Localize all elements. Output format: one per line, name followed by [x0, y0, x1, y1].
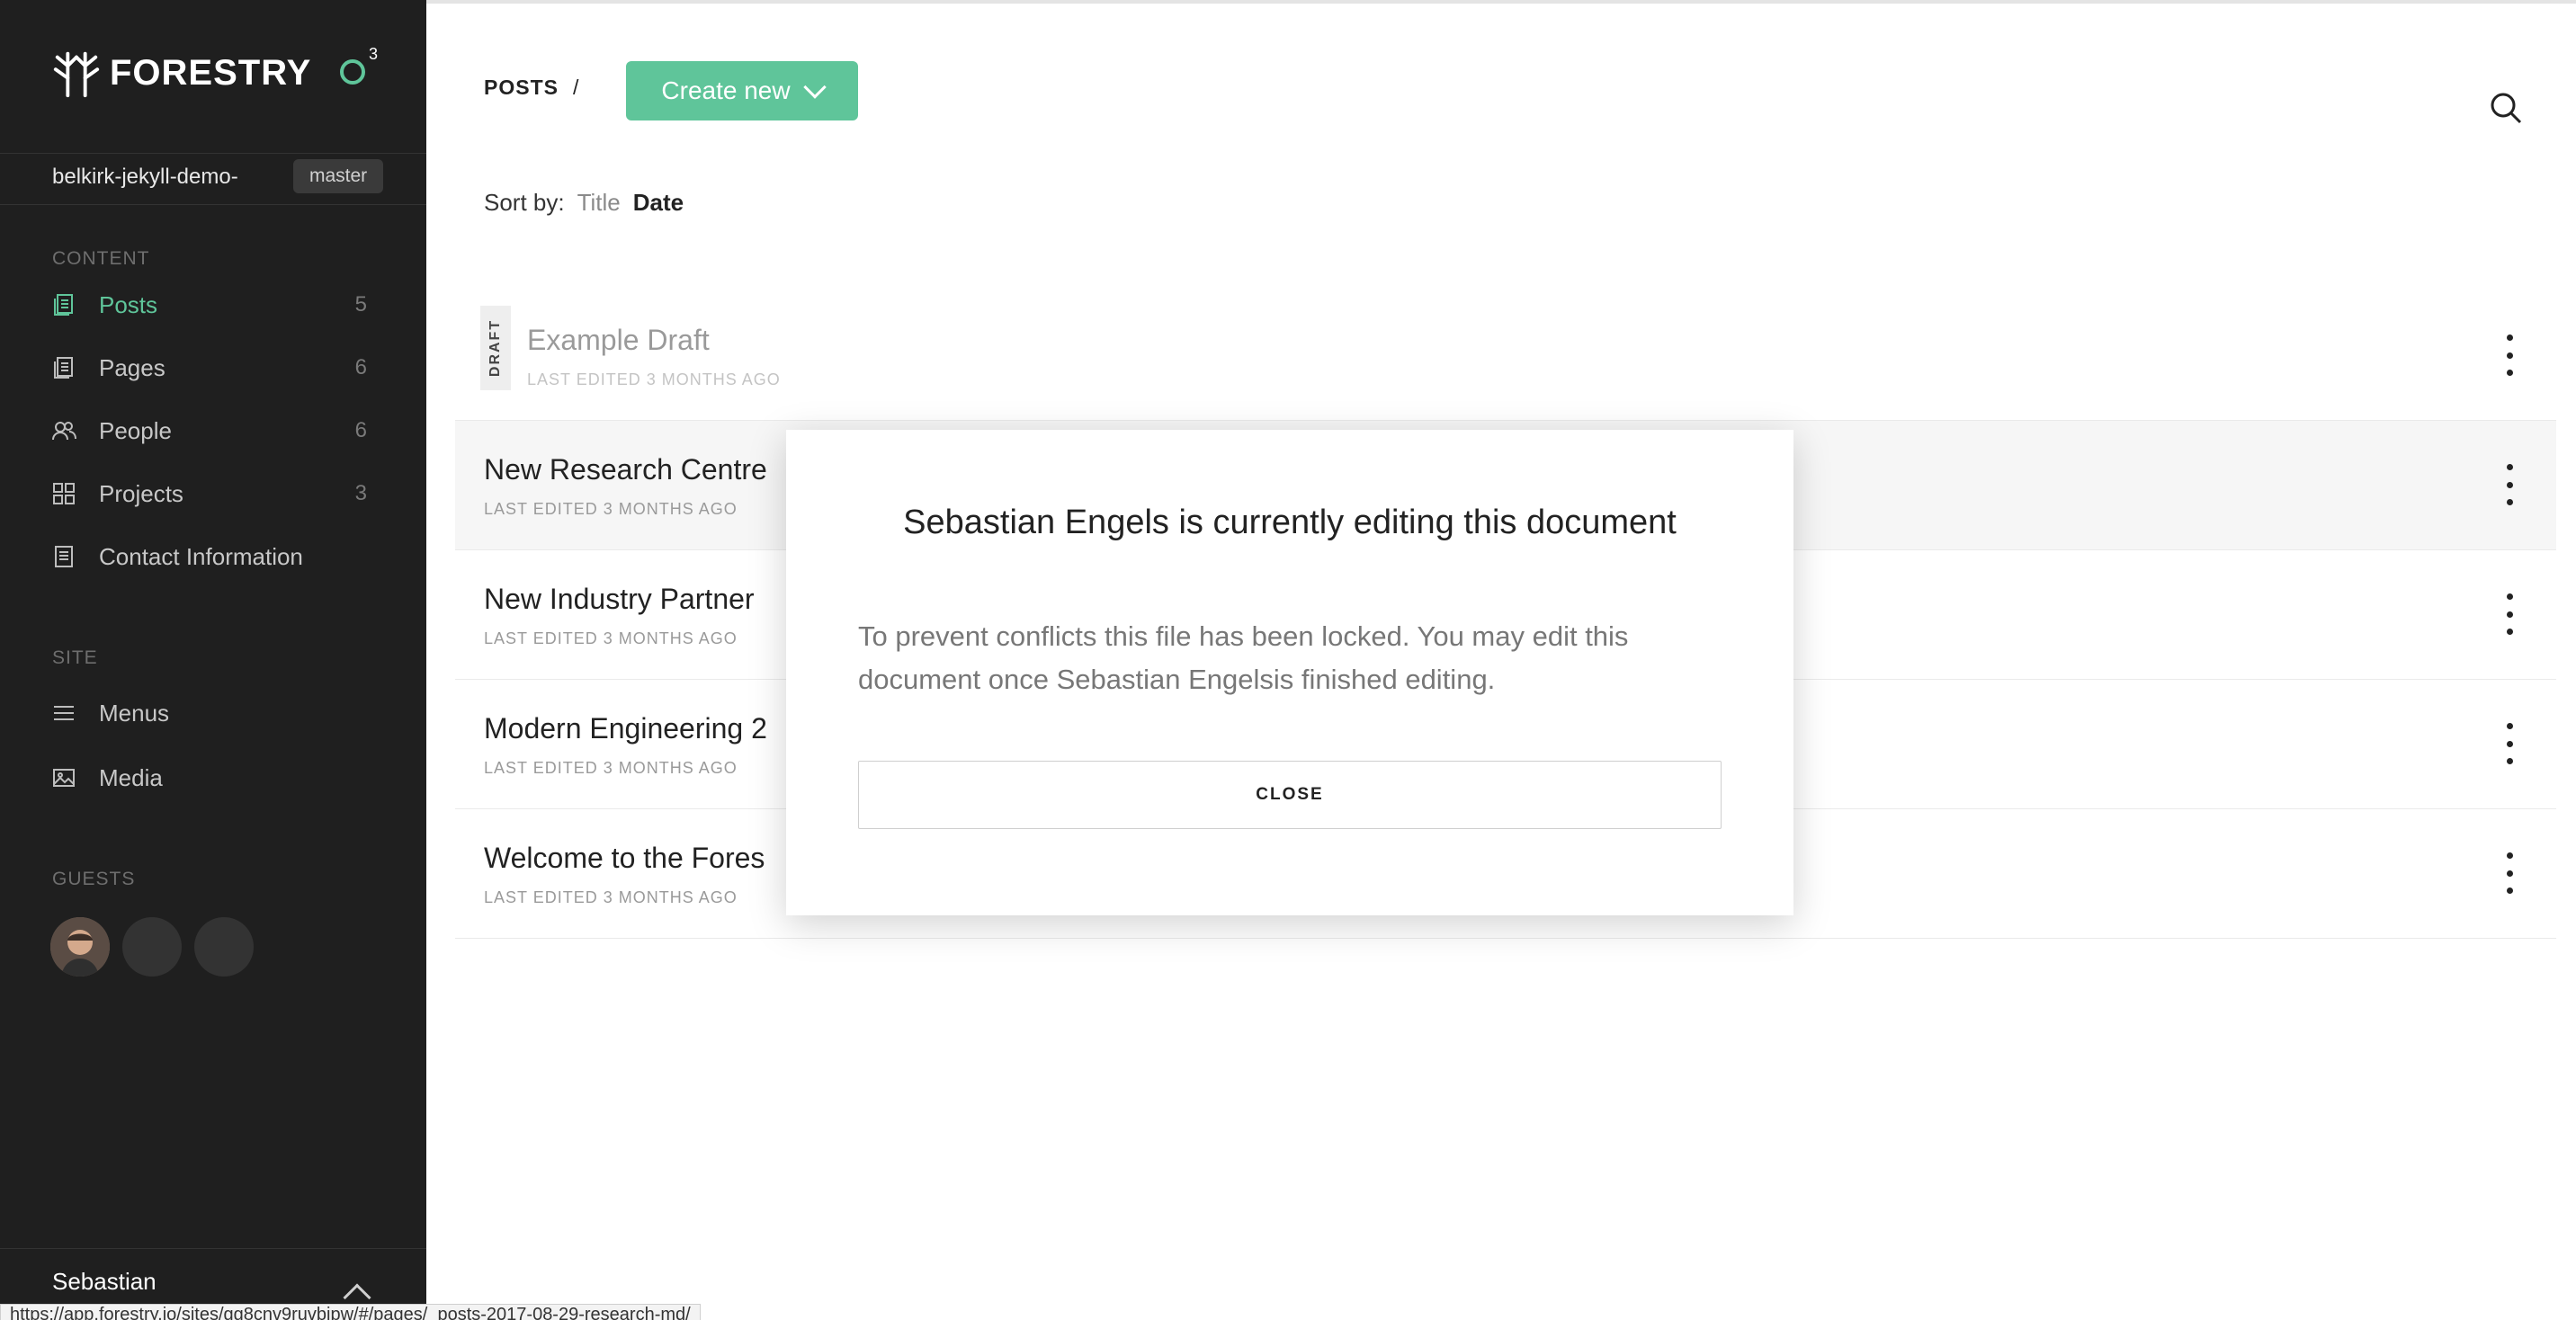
document-title[interactable]: Modern Engineering 2 — [484, 712, 767, 745]
sidebar-item-media[interactable]: Media — [50, 755, 374, 800]
document-title[interactable]: New Research Centre — [484, 453, 767, 486]
document-title[interactable]: Example Draft — [527, 324, 710, 357]
breadcrumb-separator: / — [572, 76, 580, 99]
sidebar-item-label: Media — [99, 763, 163, 791]
draft-badge: DRAFT — [480, 306, 511, 390]
more-options-icon[interactable] — [2500, 723, 2518, 764]
forestry-tree-icon — [53, 51, 100, 98]
sidebar-item-count: 6 — [354, 355, 367, 379]
list-item[interactable]: DRAFT Example Draft LAST EDITED 3 MONTHS… — [455, 291, 2556, 421]
sidebar-item-contact-information[interactable]: Contact Information — [50, 534, 374, 579]
notification-ring-icon[interactable] — [340, 59, 365, 85]
site-selector[interactable]: belkirk-jekyll-demo- master — [0, 153, 426, 205]
document-stack-icon — [50, 354, 77, 381]
branch-badge[interactable]: master — [293, 159, 384, 193]
more-options-icon[interactable] — [2500, 852, 2518, 894]
forestry-logo[interactable]: FORESTRY — [50, 47, 311, 99]
create-new-button[interactable]: Create new — [626, 61, 858, 120]
guest-placeholder — [194, 917, 254, 977]
content-section-label: CONTENT — [52, 248, 150, 269]
chevron-down-icon — [802, 76, 827, 99]
document-meta: LAST EDITED 3 MONTHS AGO — [484, 500, 738, 518]
top-border — [426, 0, 2576, 4]
sidebar-item-label: Pages — [99, 353, 165, 381]
site-section-label: SITE — [52, 647, 98, 668]
guest-list — [50, 917, 266, 977]
brand-name: FORESTRY — [110, 52, 312, 93]
sidebar-item-label: Contact Information — [99, 542, 303, 570]
more-options-icon[interactable] — [2500, 464, 2518, 505]
current-user-name[interactable]: Sebastian — [52, 1268, 157, 1296]
people-icon — [50, 417, 77, 444]
sort-controls: Sort by: Title Date — [484, 189, 684, 217]
image-icon — [50, 764, 77, 791]
site-name: belkirk-jekyll-demo- — [52, 165, 238, 189]
create-new-label: Create new — [661, 76, 791, 104]
sort-label: Sort by: — [484, 189, 565, 216]
document-meta: LAST EDITED 3 MONTHS AGO — [484, 888, 738, 906]
close-button[interactable]: CLOSE — [858, 761, 1722, 829]
sidebar-item-label: People — [99, 416, 172, 444]
search-icon[interactable] — [2488, 90, 2524, 126]
more-options-icon[interactable] — [2500, 593, 2518, 635]
sort-by-title[interactable]: Title — [577, 189, 621, 216]
modal-body: To prevent conflicts this file has been … — [858, 620, 1629, 695]
status-bar-url: https://app.forestry.io/sites/gg8cnv9ruv… — [0, 1304, 701, 1320]
sidebar: FORESTRY 3 belkirk-jekyll-demo- master C… — [0, 0, 426, 1320]
sidebar-item-count: 6 — [354, 418, 367, 442]
divider — [0, 1248, 426, 1249]
sidebar-item-menus[interactable]: Menus — [50, 691, 374, 736]
notification-count: 3 — [369, 45, 379, 63]
sidebar-item-label: Menus — [99, 699, 170, 727]
draft-label: DRAFT — [487, 318, 503, 378]
document-meta: LAST EDITED 3 MONTHS AGO — [527, 370, 781, 388]
avatar[interactable] — [50, 917, 110, 977]
breadcrumb-posts[interactable]: POSTS — [484, 76, 559, 99]
document-title[interactable]: Welcome to the Fores — [484, 842, 765, 875]
breadcrumb: POSTS / — [484, 76, 579, 100]
modal-title: Sebastian Engels is currently editing th… — [903, 504, 1677, 541]
document-locked-modal: Sebastian Engels is currently editing th… — [786, 430, 1793, 915]
more-options-icon[interactable] — [2500, 334, 2518, 376]
sidebar-item-label: Posts — [99, 290, 158, 318]
sidebar-item-people[interactable]: People 6 — [50, 408, 374, 453]
document-title[interactable]: New Industry Partner — [484, 583, 755, 616]
sidebar-item-label: Projects — [99, 479, 183, 507]
guests-section-label: GUESTS — [52, 869, 136, 889]
guest-placeholder — [122, 917, 182, 977]
sidebar-item-count: 3 — [354, 481, 367, 505]
hamburger-icon — [50, 700, 77, 727]
sidebar-item-projects[interactable]: Projects 3 — [50, 471, 374, 516]
sidebar-item-posts[interactable]: Posts 5 — [50, 282, 374, 327]
sidebar-item-count: 5 — [354, 292, 367, 317]
document-meta: LAST EDITED 3 MONTHS AGO — [484, 759, 738, 777]
document-stack-icon — [50, 291, 77, 318]
document-icon — [50, 543, 77, 570]
document-meta: LAST EDITED 3 MONTHS AGO — [484, 629, 738, 647]
grid-icon — [50, 480, 77, 507]
sort-by-date[interactable]: Date — [633, 189, 684, 216]
sidebar-item-pages[interactable]: Pages 6 — [50, 345, 374, 390]
